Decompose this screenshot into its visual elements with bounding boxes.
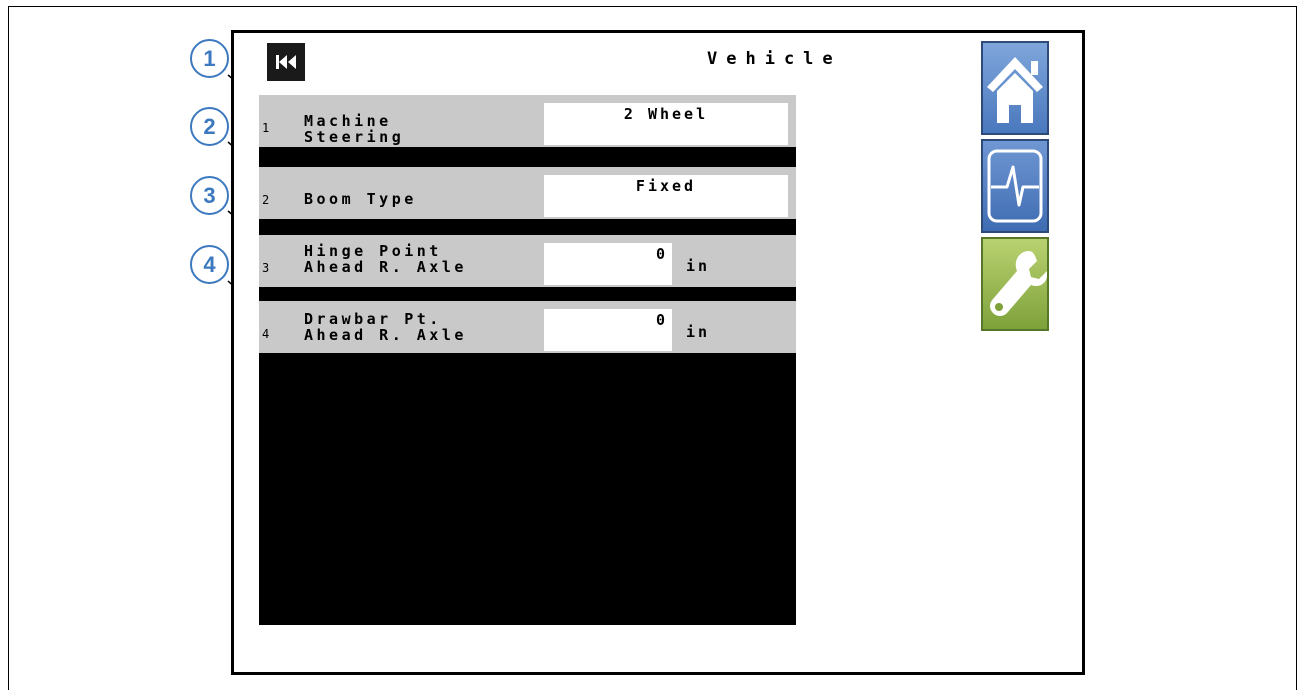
page-title: Vehicle (707, 49, 842, 69)
diagnostics-button[interactable] (981, 139, 1049, 233)
drawbar-point-value[interactable]: 0 (544, 309, 672, 351)
unit-label: in (686, 257, 711, 275)
home-button[interactable] (981, 41, 1049, 135)
hinge-point-value[interactable]: 0 (544, 243, 672, 285)
callout-marker-3: 3 (190, 176, 229, 215)
setting-row-hinge-point: 3 Hinge Point Ahead R. Axle 0 in (259, 235, 796, 287)
settings-button[interactable] (981, 237, 1049, 331)
row-number: 4 (262, 327, 270, 341)
callout-marker-4: 4 (190, 245, 229, 284)
row-number: 1 (262, 121, 270, 135)
row-label: Hinge Point Ahead R. Axle (304, 242, 467, 276)
row-number: 3 (262, 261, 270, 275)
home-icon (987, 57, 1043, 123)
row-label: Drawbar Pt. Ahead R. Axle (304, 310, 467, 344)
wrench-icon (990, 251, 1048, 316)
row-label: Boom Type (304, 190, 417, 208)
back-button[interactable] (267, 43, 305, 81)
skip-back-icon (276, 55, 296, 69)
settings-panel: 1 Machine Steering 2 Wheel 2 Boom Type F… (259, 95, 796, 625)
row-label: Machine Steering (304, 112, 405, 146)
machine-steering-value[interactable]: 2 Wheel (544, 103, 788, 145)
setting-row-drawbar-point: 4 Drawbar Pt. Ahead R. Axle 0 in (259, 301, 796, 353)
setting-row-machine-steering: 1 Machine Steering 2 Wheel (259, 95, 796, 147)
callout-marker-2: 2 (190, 107, 229, 146)
callout-marker-1: 1 (190, 39, 229, 78)
boom-type-value[interactable]: Fixed (544, 175, 788, 217)
setting-row-boom-type: 2 Boom Type Fixed (259, 167, 796, 219)
row-number: 2 (262, 193, 270, 207)
pulse-icon (987, 149, 1043, 223)
display-screen: Vehicle 1 Machine Steering 2 Wheel 2 Boo… (231, 30, 1085, 675)
unit-label: in (686, 323, 711, 341)
